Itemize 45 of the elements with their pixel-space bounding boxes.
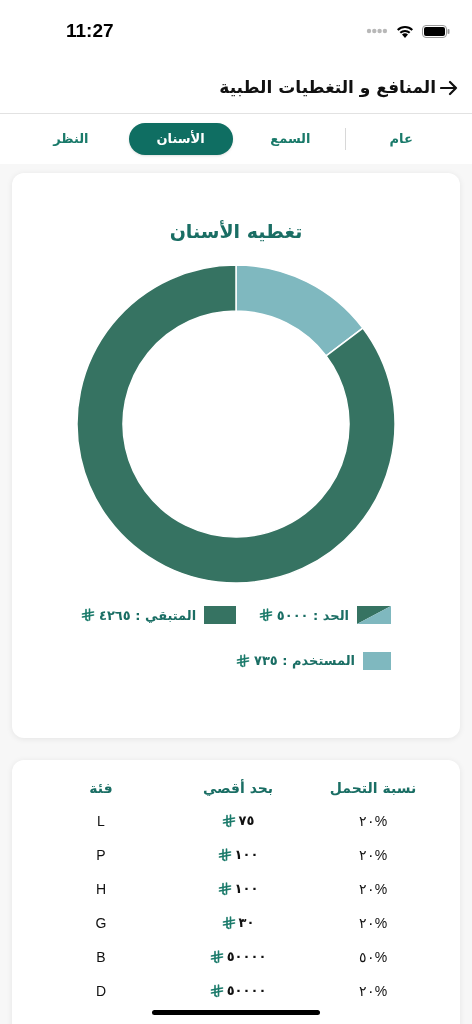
currency-icon <box>221 814 236 828</box>
table-cell-text: ٢٠% <box>358 845 388 865</box>
card-title: تغطيه الأسنان <box>169 219 303 244</box>
table-cell-text: ٥٠% <box>358 947 388 967</box>
table-cell-text: ١٠٠ <box>234 846 259 865</box>
tab[interactable]: عام <box>379 123 423 155</box>
legend-label: المتبقي : ٤٢٦٥ <box>99 606 197 625</box>
legend-label: الحد : ٥٠٠٠ <box>276 606 349 625</box>
table-cell-text: ٢٠% <box>358 913 388 933</box>
legend-swatch <box>357 606 391 625</box>
column-header: فئة <box>89 779 113 798</box>
table-cell-text: ٢٠% <box>358 879 388 899</box>
status-time: 11:27 <box>66 18 114 43</box>
table-cell-text: D <box>95 981 107 1001</box>
table-cell-text: H <box>95 879 107 899</box>
table-cell-text: ٥٠٠٠٠ <box>226 982 267 1001</box>
wifi-icon <box>396 24 414 38</box>
column-header: بحد أقصي <box>202 778 274 798</box>
table-cell-text: ٢٠% <box>358 981 388 1001</box>
currency-icon <box>217 848 232 862</box>
legend-label: المستخدم : ٧٣٥ <box>254 652 356 671</box>
back-arrow-icon[interactable] <box>440 79 458 96</box>
currency-icon <box>209 950 224 964</box>
battery-icon <box>422 24 450 38</box>
tab[interactable]: النظر <box>43 123 99 155</box>
table-cell-text: ١٠٠ <box>234 880 259 899</box>
table-cell-text: ٧٥ <box>238 812 255 831</box>
table-cell-text: P <box>96 845 106 865</box>
currency-icon <box>258 608 273 623</box>
table-cell-text: L <box>97 811 105 831</box>
page-title: المنافع و التغطيات الطبية <box>219 75 436 100</box>
table-cell-text: ٣٠ <box>238 914 255 933</box>
table-cell-text: ٢٠% <box>358 811 388 831</box>
currency-icon <box>81 608 95 623</box>
currency-icon <box>217 882 232 896</box>
tab[interactable]: السمع <box>260 123 321 155</box>
currency-icon <box>236 653 250 668</box>
table-cell-text: B <box>96 947 106 967</box>
table-cell-text: ٥٠٠٠٠ <box>226 948 267 967</box>
tab[interactable]: الأسنان <box>128 123 233 155</box>
column-header: نسبة التحمل <box>329 779 417 798</box>
signal-icon <box>366 28 388 34</box>
currency-icon <box>221 916 236 930</box>
currency-icon <box>209 984 224 998</box>
table-cell-text: G <box>95 913 107 933</box>
